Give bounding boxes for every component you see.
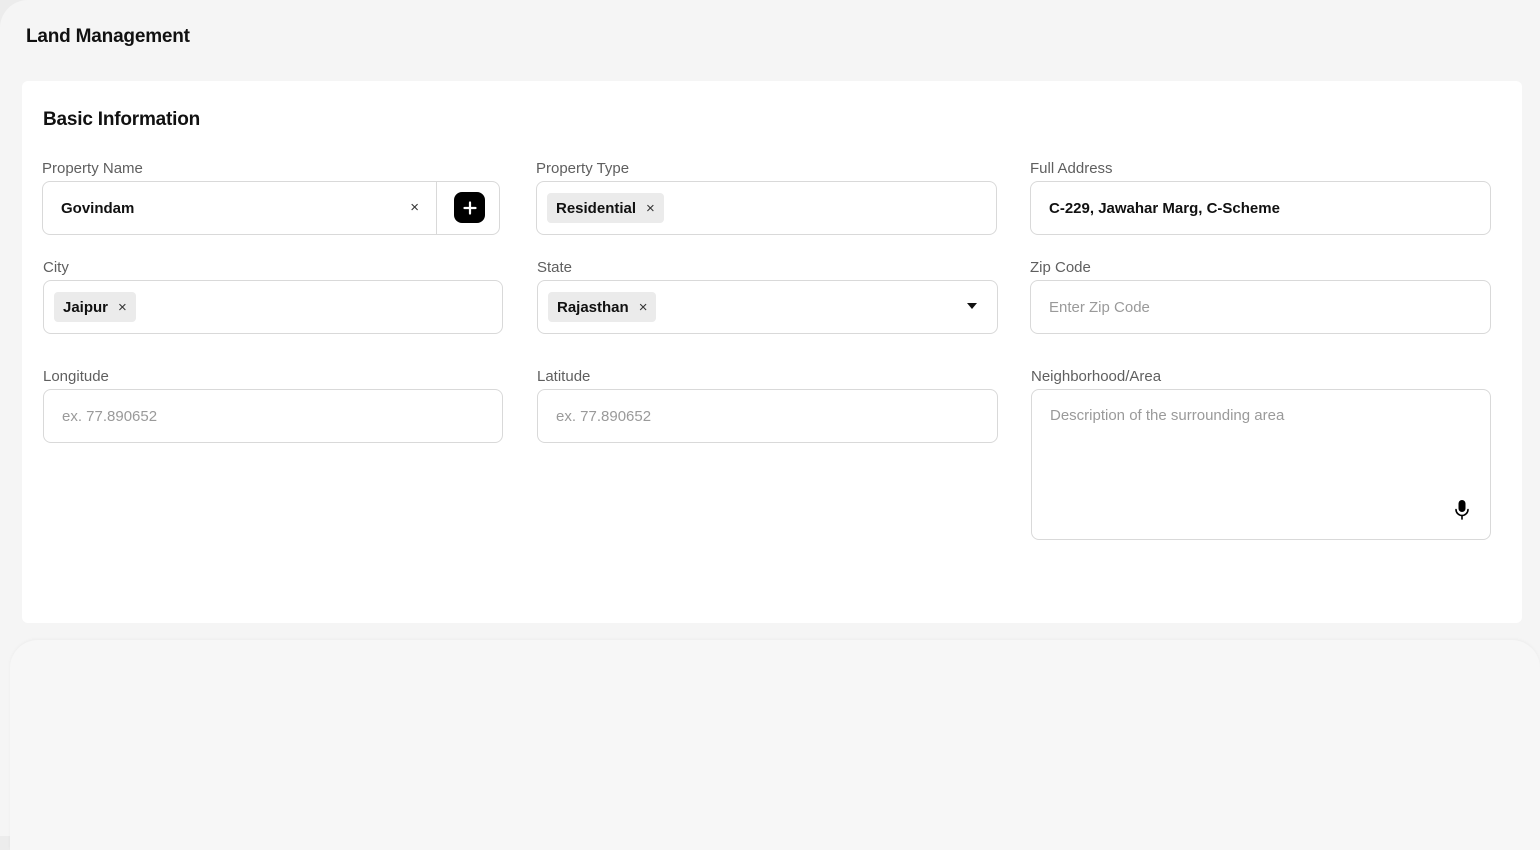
full-address-label: Full Address <box>1030 160 1113 177</box>
page-title: Land Management <box>26 26 190 47</box>
property-name-label: Property Name <box>42 160 143 177</box>
city-chip: Jaipur × <box>54 292 136 322</box>
property-name-field: Property Name Govindam × <box>42 160 500 235</box>
chip-remove-icon[interactable]: × <box>646 201 655 216</box>
chip-label: Rajasthan <box>557 298 629 316</box>
state-chip: Rajasthan × <box>548 292 657 322</box>
neighborhood-box <box>1031 389 1491 540</box>
neighborhood-textarea[interactable] <box>1032 390 1490 539</box>
zip-code-field: Zip Code <box>1030 259 1491 334</box>
chip-label: Residential <box>556 199 637 217</box>
full-address-input[interactable]: C-229, Jawahar Marg, C-Scheme <box>1030 181 1491 235</box>
microphone-icon[interactable] <box>1454 499 1470 521</box>
property-type-chip: Residential × <box>547 193 664 223</box>
longitude-input[interactable] <box>44 390 502 442</box>
state-field: State Rajasthan × <box>537 259 998 334</box>
chip-remove-icon[interactable]: × <box>639 300 648 315</box>
zip-code-box <box>1030 280 1491 334</box>
city-label: City <box>43 259 69 276</box>
lower-panel <box>10 640 1540 850</box>
input-divider <box>436 182 437 234</box>
property-type-select[interactable]: Residential × <box>536 181 997 235</box>
zip-code-input[interactable] <box>1031 281 1490 333</box>
add-property-button[interactable] <box>454 192 485 223</box>
plus-icon <box>462 200 477 215</box>
state-select[interactable]: Rajasthan × <box>537 280 998 334</box>
section-title: Basic Information <box>43 109 201 130</box>
basic-information-card: Basic Information Property Name Govindam… <box>22 81 1522 623</box>
neighborhood-label: Neighborhood/Area <box>1031 368 1162 385</box>
page-background: Land Management Basic Information Proper… <box>0 0 1540 850</box>
longitude-field: Longitude <box>43 368 503 443</box>
latitude-label: Latitude <box>537 368 591 385</box>
full-address-field: Full Address C-229, Jawahar Marg, C-Sche… <box>1030 160 1491 235</box>
latitude-input[interactable] <box>538 390 997 442</box>
city-field: City Jaipur × <box>43 259 503 334</box>
longitude-box <box>43 389 503 443</box>
property-name-value: Govindam <box>61 199 135 217</box>
full-address-value: C-229, Jawahar Marg, C-Scheme <box>1049 199 1280 217</box>
zip-code-label: Zip Code <box>1030 259 1091 276</box>
latitude-box <box>537 389 998 443</box>
city-select[interactable]: Jaipur × <box>43 280 503 334</box>
property-type-field: Property Type Residential × <box>536 160 997 235</box>
latitude-field: Latitude <box>537 368 998 443</box>
chip-label: Jaipur <box>63 298 109 316</box>
longitude-label: Longitude <box>43 368 109 385</box>
property-type-label: Property Type <box>536 160 630 177</box>
chevron-down-icon[interactable] <box>967 303 977 309</box>
property-name-input[interactable]: Govindam × <box>42 181 500 235</box>
clear-icon[interactable]: × <box>410 199 419 216</box>
state-label: State <box>537 259 573 276</box>
neighborhood-field: Neighborhood/Area <box>1031 368 1491 540</box>
chip-remove-icon[interactable]: × <box>118 300 127 315</box>
